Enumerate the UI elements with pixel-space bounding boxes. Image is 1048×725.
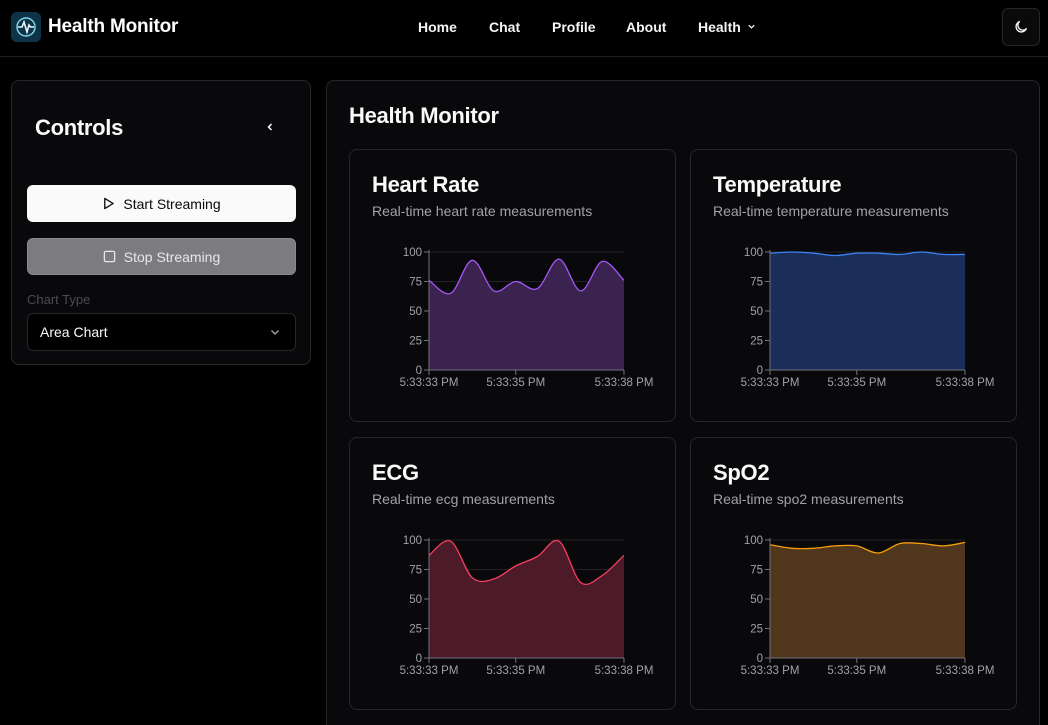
y-tick-label: 50 (409, 306, 422, 318)
x-tick-label: 5:33:35 PM (486, 665, 545, 677)
play-icon (104, 197, 115, 210)
moon-icon (1015, 21, 1027, 33)
stop-streaming-label: Stop Streaming (123, 248, 221, 265)
nav-health[interactable]: Health (698, 19, 756, 35)
y-tick-label: 25 (409, 624, 422, 636)
area-fill (770, 252, 965, 370)
y-tick-label: 0 (757, 653, 763, 665)
spo2-card: 0 25 50 75 100 5:33:33 PM 5:33:35 PM 5:33:38 PM… (690, 437, 1017, 710)
y-tick-label: 0 (416, 365, 422, 377)
main-panel: Health Monitor 0 25 50 75 100 5:33:33 PM 5:33:… (326, 80, 1040, 725)
y-tick-label: 75 (409, 277, 422, 289)
chevron-down-icon (748, 24, 755, 29)
y-tick-label: 25 (750, 336, 763, 348)
y-tick-label: 25 (409, 336, 422, 348)
y-tick-label: 100 (744, 535, 763, 547)
y-tick-label: 75 (750, 277, 763, 289)
x-tick-label: 5:33:38 PM (595, 377, 654, 389)
nav-profile[interactable]: Profile (552, 19, 596, 35)
area-fill (770, 542, 965, 658)
y-tick-label: 100 (403, 247, 422, 259)
y-tick-label: 0 (416, 653, 422, 665)
chevron-left-icon (267, 123, 273, 131)
theme-toggle-button[interactable] (1002, 8, 1040, 46)
chart-type-select[interactable]: Area Chart (27, 313, 296, 351)
y-tick-label: 100 (403, 535, 422, 547)
nav-home[interactable]: Home (418, 19, 457, 35)
controls-panel: Controls Start Streaming Stop Streaming … (11, 80, 311, 365)
card-description: Real-time temperature measurements (713, 203, 949, 219)
y-tick-label: 50 (409, 594, 422, 606)
x-tick-label: 5:33:33 PM (741, 377, 800, 389)
x-tick-label: 5:33:33 PM (400, 665, 459, 677)
x-tick-label: 5:33:35 PM (486, 377, 545, 389)
x-tick-label: 5:33:35 PM (827, 665, 886, 677)
x-tick-label: 5:33:33 PM (400, 377, 459, 389)
y-tick-label: 75 (409, 565, 422, 577)
y-tick-label: 50 (750, 594, 763, 606)
card-description: Real-time heart rate measurements (372, 203, 593, 219)
nav-health-label: Health (698, 19, 741, 35)
navbar: Health Monitor Home Chat Profile About H… (0, 0, 1048, 57)
square-icon (103, 250, 116, 263)
y-tick-label: 25 (750, 624, 763, 636)
card-description: Real-time spo2 measurements (713, 491, 904, 507)
collapse-sidebar-button[interactable] (260, 117, 280, 137)
temperature-card: 0 25 50 75 100 5:33:33 PM 5:33:35 PM 5:33:38 PM… (690, 149, 1017, 422)
card-title: Temperature (713, 172, 842, 197)
start-streaming-button[interactable]: Start Streaming (27, 185, 296, 222)
card-title: Heart Rate (372, 172, 480, 197)
chart-type-value: Area Chart (40, 324, 108, 340)
x-tick-label: 5:33:38 PM (595, 665, 654, 677)
y-tick-label: 100 (744, 247, 763, 259)
area-fill (429, 540, 624, 658)
app-title[interactable]: Health Monitor (48, 16, 178, 38)
heart-rate-card: 0 25 50 75 100 5:33:33 PM 5:33:35 PM 5:33:38 PM… (349, 149, 676, 422)
app-logo-icon[interactable] (11, 12, 41, 42)
x-tick-label: 5:33:33 PM (741, 665, 800, 677)
card-title: ECG (372, 460, 419, 485)
x-tick-label: 5:33:35 PM (827, 377, 886, 389)
stop-streaming-button[interactable]: Stop Streaming (27, 238, 296, 275)
nav-chat[interactable]: Chat (489, 19, 520, 35)
card-title: SpO2 (713, 460, 770, 485)
chevron-down-icon (271, 330, 279, 335)
area-fill (429, 259, 624, 370)
nav-about[interactable]: About (626, 19, 666, 35)
x-tick-label: 5:33:38 PM (936, 665, 995, 677)
ecg-card: 0 25 50 75 100 5:33:33 PM 5:33:35 PM 5:33:38 PM… (349, 437, 676, 710)
card-description: Real-time ecg measurements (372, 491, 555, 507)
controls-title: Controls (35, 115, 124, 140)
y-tick-label: 50 (750, 306, 763, 318)
y-tick-label: 0 (757, 365, 763, 377)
page-title: Health Monitor (349, 103, 499, 128)
chart-type-label: Chart Type (27, 292, 91, 307)
y-tick-label: 75 (750, 565, 763, 577)
x-tick-label: 5:33:38 PM (936, 377, 995, 389)
start-streaming-label: Start Streaming (123, 195, 221, 212)
